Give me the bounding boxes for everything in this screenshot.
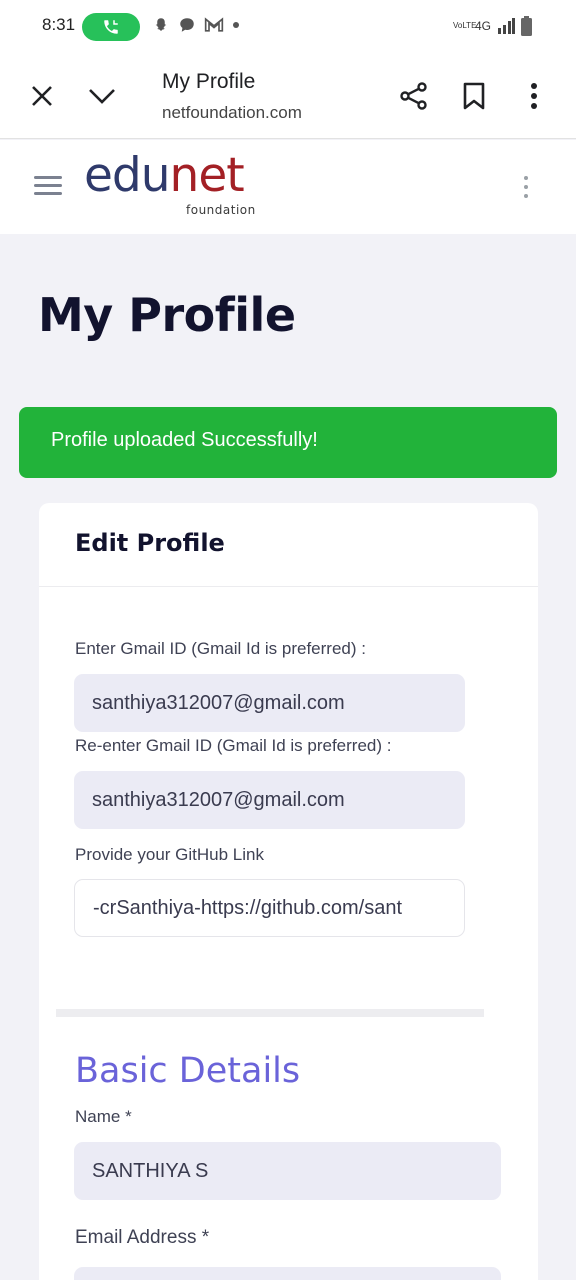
page-title: My Profile bbox=[38, 288, 296, 342]
site-more-icon[interactable] bbox=[524, 176, 528, 203]
more-options-button[interactable] bbox=[520, 78, 548, 114]
minimize-tab-button[interactable] bbox=[86, 80, 118, 112]
phone-call-icon bbox=[104, 20, 118, 34]
github-label: Provide your GitHub Link bbox=[75, 845, 264, 864]
edunet-logo[interactable]: edunet foundation bbox=[84, 152, 255, 217]
site-header: edunet foundation bbox=[0, 140, 576, 234]
logo-edu-text: edu bbox=[84, 148, 171, 203]
gmail-icon bbox=[204, 17, 224, 32]
notification-icons bbox=[152, 16, 240, 34]
section-divider bbox=[56, 1009, 484, 1017]
close-icon bbox=[32, 86, 52, 106]
email-label: Email Address * bbox=[75, 1227, 210, 1248]
gmail-label: Enter Gmail ID (Gmail Id is preferred) : bbox=[75, 639, 366, 658]
chat-bubble-icon bbox=[180, 18, 194, 32]
network-type: 4G bbox=[474, 19, 491, 33]
edit-profile-heading: Edit Profile bbox=[39, 503, 538, 587]
more-vertical-icon bbox=[531, 83, 537, 109]
status-time: 8:31 bbox=[42, 15, 76, 34]
signal-strength-icon bbox=[498, 18, 515, 34]
gmail-field[interactable]: santhiya312007@gmail.com bbox=[74, 674, 465, 732]
custom-tab-toolbar: My Profile netfoundation.com bbox=[0, 54, 576, 139]
success-alert: Profile uploaded Successfully! bbox=[19, 407, 557, 478]
logo-foundation-text: foundation bbox=[186, 203, 256, 217]
share-button[interactable] bbox=[396, 78, 432, 114]
volte-indicator: VoLTE bbox=[452, 21, 477, 30]
name-field[interactable]: SANTHIYA S bbox=[74, 1142, 501, 1200]
snapchat-icon bbox=[155, 18, 167, 31]
share-icon bbox=[400, 82, 427, 110]
basic-details-heading: Basic Details bbox=[75, 1051, 301, 1091]
more-notifications-dot-icon bbox=[233, 22, 239, 28]
tab-url[interactable]: netfoundation.com bbox=[162, 103, 342, 123]
ongoing-call-pill[interactable] bbox=[82, 13, 140, 41]
gmail-confirm-field[interactable]: santhiya312007@gmail.com bbox=[74, 771, 465, 829]
bookmark-icon bbox=[463, 82, 485, 110]
name-label: Name * bbox=[75, 1107, 132, 1126]
tab-page-title: My Profile bbox=[162, 70, 256, 93]
chevron-down-icon bbox=[89, 89, 115, 104]
github-link-field[interactable]: -crSanthiya-https://github.com/sant bbox=[74, 879, 465, 937]
gmail-confirm-label: Re-enter Gmail ID (Gmail Id is preferred… bbox=[75, 736, 392, 755]
status-bar: 8:31 VoLTE 4G bbox=[0, 0, 576, 54]
edit-profile-card: Edit Profile Enter Gmail ID (Gmail Id is… bbox=[39, 503, 538, 1280]
system-icons: VoLTE 4G bbox=[453, 16, 532, 36]
bookmark-button[interactable] bbox=[458, 78, 490, 114]
battery-icon bbox=[521, 16, 532, 36]
logo-net-text: net bbox=[169, 148, 245, 203]
email-field[interactable] bbox=[74, 1267, 501, 1280]
menu-icon[interactable] bbox=[34, 176, 62, 200]
close-tab-button[interactable] bbox=[26, 80, 58, 112]
